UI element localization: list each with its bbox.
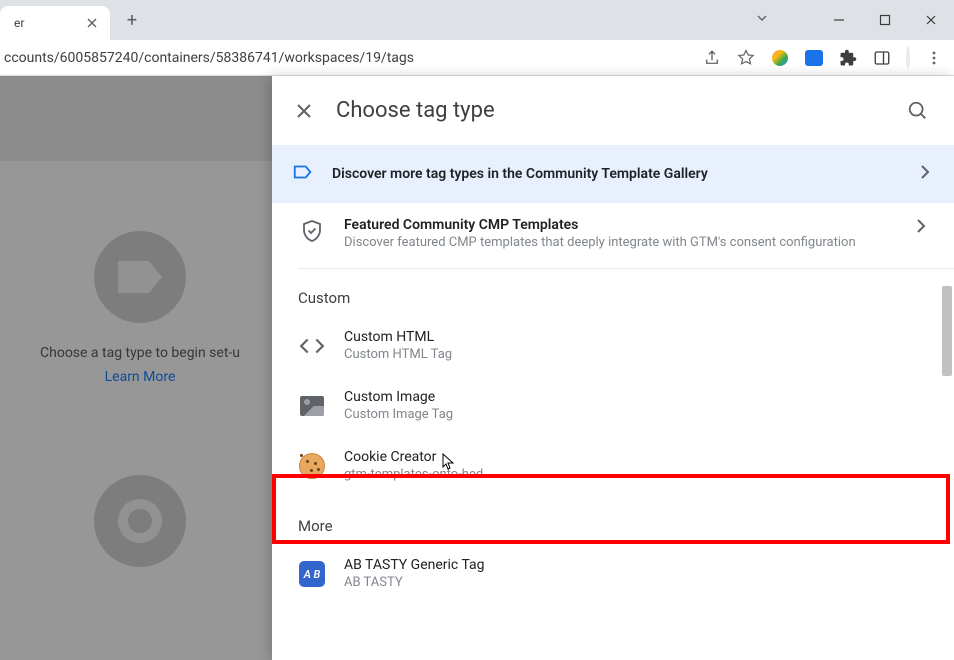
- toolbar-actions: [702, 48, 944, 68]
- panel-scroll-area[interactable]: Featured Community CMP Templates Discove…: [272, 203, 954, 660]
- tab-list-caret-icon[interactable]: [755, 10, 769, 29]
- cookie-icon: [298, 452, 326, 480]
- item-custom-html[interactable]: Custom HTML Custom HTML Tag: [272, 317, 954, 377]
- code-icon: [298, 332, 326, 360]
- item-sub: Custom HTML Tag: [344, 347, 930, 364]
- url-text[interactable]: ccounts/6005857240/containers/58386741/w…: [0, 50, 702, 66]
- browser-tab-strip: er +: [0, 0, 954, 40]
- item-title: AB TASTY Generic Tag: [344, 557, 930, 573]
- item-cookie-creator[interactable]: Cookie Creator gtm-templates-onto-hed: [272, 437, 954, 497]
- item-sub: Custom Image Tag: [344, 407, 930, 424]
- shield-check-icon: [298, 217, 326, 245]
- main-area: Choose a tag type to begin set-u Learn M…: [0, 76, 954, 660]
- new-tab-button[interactable]: +: [118, 6, 146, 34]
- search-icon[interactable]: [906, 99, 930, 123]
- extension-icon-2[interactable]: [804, 48, 824, 68]
- choose-tag-panel: Choose tag type Discover more tag types …: [272, 76, 954, 660]
- share-icon[interactable]: [702, 48, 722, 68]
- extension-icon-1[interactable]: [770, 48, 790, 68]
- window-controls: [816, 0, 954, 40]
- section-custom: Custom: [272, 269, 954, 317]
- panel-title: Choose tag type: [336, 98, 886, 123]
- section-more: More: [272, 497, 954, 545]
- chevron-right-icon: [916, 163, 934, 185]
- address-bar: ccounts/6005857240/containers/58386741/w…: [0, 40, 954, 76]
- discover-text: Discover more tag types in the Community…: [332, 166, 898, 182]
- minimize-button[interactable]: [816, 0, 862, 40]
- close-window-button[interactable]: [908, 0, 954, 40]
- browser-tab[interactable]: er: [0, 6, 110, 40]
- tab-title: er: [14, 16, 84, 30]
- maximize-button[interactable]: [862, 0, 908, 40]
- panel-header: Choose tag type: [272, 76, 954, 145]
- item-ab-tasty[interactable]: A B AB TASTY Generic Tag AB TASTY: [272, 545, 954, 605]
- tag-outline-icon: [292, 161, 314, 187]
- item-title: Custom Image: [344, 389, 930, 405]
- item-custom-image[interactable]: Custom Image Custom Image Tag: [272, 377, 954, 437]
- ab-tasty-icon: A B: [298, 560, 326, 588]
- item-title: Cookie Creator: [344, 449, 930, 465]
- extensions-puzzle-icon[interactable]: [838, 48, 858, 68]
- scrollbar-thumb[interactable]: [942, 286, 952, 376]
- item-title: Custom HTML: [344, 329, 930, 345]
- profile-avatar[interactable]: [906, 48, 910, 67]
- featured-sub: Discover featured CMP templates that dee…: [344, 235, 894, 252]
- close-panel-button[interactable]: [292, 99, 316, 123]
- close-tab-icon[interactable]: [84, 15, 100, 31]
- discover-gallery-row[interactable]: Discover more tag types in the Community…: [272, 145, 954, 203]
- kebab-menu-icon[interactable]: [924, 48, 944, 68]
- item-sub: gtm-templates-onto-hed: [344, 467, 930, 484]
- featured-cmp-row[interactable]: Featured Community CMP Templates Discove…: [272, 203, 954, 268]
- chevron-right-icon: [912, 217, 930, 239]
- image-icon: [298, 392, 326, 420]
- featured-title: Featured Community CMP Templates: [344, 217, 894, 233]
- item-sub: AB TASTY: [344, 575, 930, 592]
- scrollbar-track[interactable]: [940, 206, 954, 660]
- side-panel-icon[interactable]: [872, 48, 892, 68]
- bookmark-star-icon[interactable]: [736, 48, 756, 68]
